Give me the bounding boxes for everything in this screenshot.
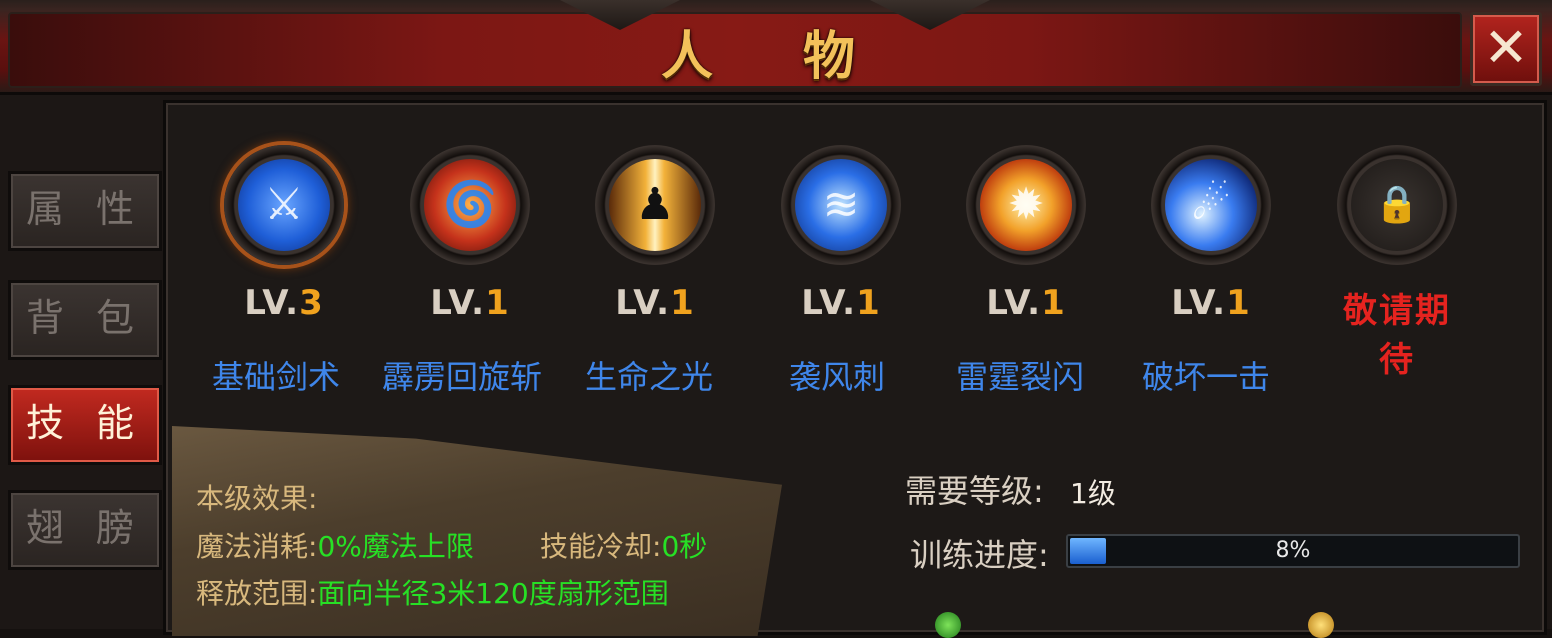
window-title: 人 物: [660, 27, 892, 87]
tab-wings[interactable]: 翅 膀: [8, 490, 162, 570]
cooldown-label: 技能冷却:: [540, 530, 662, 563]
explosion-icon: ✹: [1007, 179, 1045, 230]
skill-slot-2[interactable]: 🌀 LV.1: [400, 145, 540, 323]
level-prefix: LV.: [615, 283, 671, 323]
skill-orb[interactable]: 🌀: [410, 145, 530, 265]
skill-level: LV.1: [1141, 283, 1281, 323]
close-icon: ✕: [1483, 16, 1529, 79]
skill-orb[interactable]: ☄: [1151, 145, 1271, 265]
comet-icon: ☄: [1191, 179, 1231, 230]
close-button[interactable]: ✕: [1470, 12, 1542, 86]
skill-slot-1[interactable]: ⚔ LV.3: [214, 145, 354, 323]
lock-icon: 🔒: [1374, 184, 1420, 225]
range-value: 面向半径3米120度扇形范围: [317, 577, 669, 610]
cooldown-value: 0秒: [661, 530, 708, 563]
tab-inventory[interactable]: 背 包: [8, 280, 162, 360]
skill-level: LV.1: [956, 283, 1096, 323]
training-progress-label: 训练进度:: [910, 536, 1049, 574]
level-number: 3: [299, 283, 324, 323]
level-prefix: LV.: [801, 283, 857, 323]
skill-level: LV.1: [585, 283, 725, 323]
skill-orb[interactable]: ⚔: [224, 145, 344, 265]
light-figure-icon: ♟: [635, 179, 675, 230]
tab-skills[interactable]: 技 能: [8, 385, 162, 465]
coming-soon-label: 敬请期待: [1343, 291, 1451, 380]
required-level-value: 1级: [1070, 477, 1116, 510]
required-level-label: 需要等级:: [905, 472, 1044, 510]
skill-name: 生命之光: [585, 358, 714, 396]
skill-name: 雷霆裂闪: [956, 358, 1085, 396]
skill-slot-3[interactable]: ♟ LV.1: [585, 145, 725, 323]
level-prefix: LV.: [430, 283, 486, 323]
sidebar: 属 性 背 包 技 能 翅 膀: [0, 95, 162, 629]
mana-cost: 魔法消耗:0%魔法上限: [196, 525, 474, 565]
level-number: 1: [1041, 283, 1066, 323]
skill-level: LV.1: [400, 283, 540, 323]
gold-coin-icon: [1308, 612, 1334, 638]
skill-name: 袭风刺: [789, 358, 886, 396]
skill-orb[interactable]: ≋: [781, 145, 901, 265]
range-label: 释放范围:: [196, 577, 318, 610]
skill-name: 破坏一击: [1142, 358, 1271, 396]
level-prefix: LV.: [986, 283, 1042, 323]
skill-slot-4[interactable]: ≋ LV.1: [771, 145, 911, 323]
skill-name: 霹雳回旋斩: [382, 358, 543, 396]
progress-text: 8%: [1275, 538, 1311, 563]
title-bar: 人 物 ✕: [0, 0, 1552, 95]
skill-level: LV.3: [214, 283, 354, 323]
release-range: 释放范围:面向半径3米120度扇形范围: [196, 572, 669, 612]
training-progress-bar: 8%: [1066, 534, 1520, 568]
character-window: 人 物 ✕ 属 性 背 包 技 能 翅 膀 ⚔ LV.3 🌀 LV.1 ♟ LV…: [0, 0, 1552, 638]
skill-slot-locked: 🔒 敬请期待: [1327, 145, 1467, 381]
vortex-icon: 🌀: [442, 179, 498, 230]
gem-icon: [935, 612, 961, 638]
skill-slot-6[interactable]: ☄ LV.1: [1141, 145, 1281, 323]
wind-slash-icon: ≋: [822, 179, 860, 230]
cooldown: 技能冷却:0秒: [540, 525, 707, 565]
skill-orb: 🔒: [1337, 145, 1457, 265]
level-prefix: LV.: [244, 283, 300, 323]
effect-title: 本级效果:: [196, 482, 318, 515]
level-number: 1: [1226, 283, 1251, 323]
sword-icon: ⚔: [264, 179, 304, 230]
skill-orb[interactable]: ✹: [966, 145, 1086, 265]
skill-slot-5[interactable]: ✹ LV.1: [956, 145, 1096, 323]
level-number: 1: [485, 283, 510, 323]
skill-name: 基础剑术: [212, 358, 341, 396]
skill-level: LV.1: [771, 283, 911, 323]
skill-orb[interactable]: ♟: [595, 145, 715, 265]
level-number: 1: [856, 283, 881, 323]
tab-attributes[interactable]: 属 性: [8, 171, 162, 251]
mana-value: 0%魔法上限: [317, 530, 474, 563]
level-prefix: LV.: [1171, 283, 1227, 323]
mana-label: 魔法消耗:: [196, 530, 318, 563]
level-number: 1: [670, 283, 695, 323]
